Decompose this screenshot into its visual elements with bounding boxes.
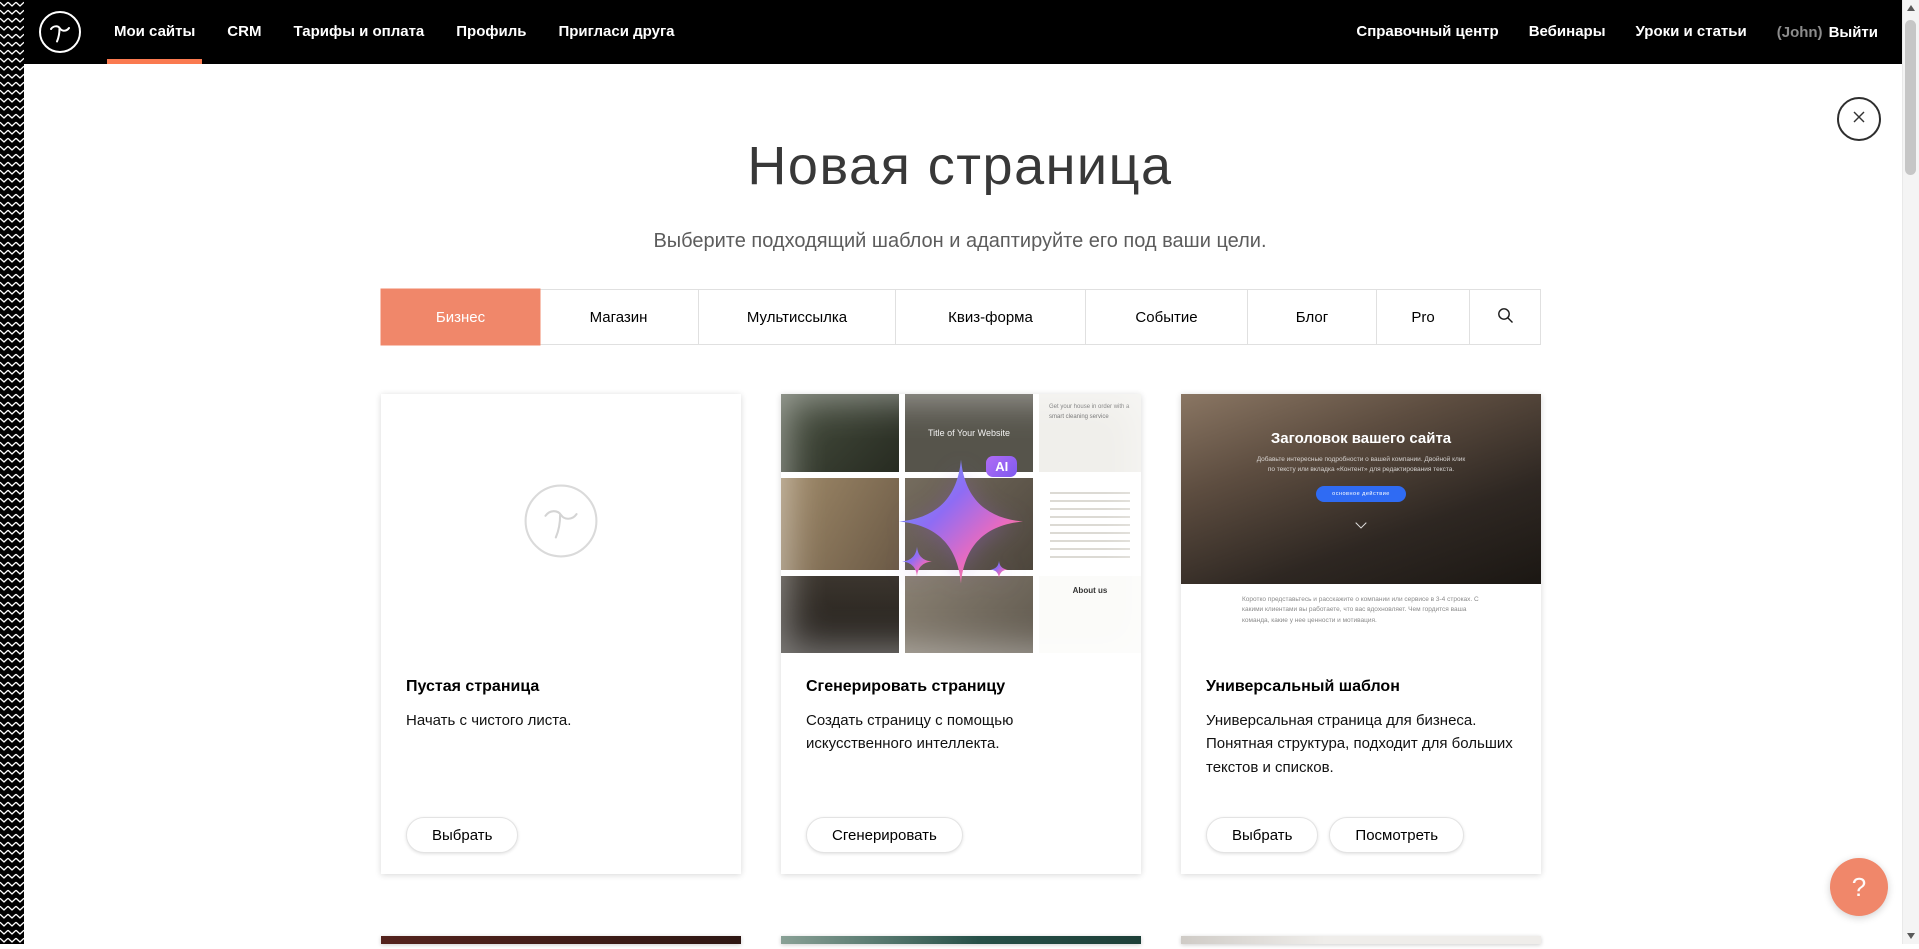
nav-item-lessons[interactable]: Уроки и статьи	[1636, 0, 1747, 64]
nav-item-profile[interactable]: Профиль	[456, 0, 526, 64]
card-description: Начать с чистого листа.	[406, 709, 716, 732]
navbar-left-items: Мои сайты CRM Тарифы и оплата Профиль Пр…	[114, 0, 675, 64]
preview-cta-button: основное действие	[1316, 486, 1406, 502]
scroll-thumb[interactable]	[1905, 20, 1916, 175]
tab-multilink[interactable]: Мультиссылка	[699, 290, 896, 344]
template-card-partial[interactable]	[781, 936, 1141, 944]
preview-heading: Заголовок вашего сайта	[1271, 430, 1451, 447]
zigzag-pattern	[0, 0, 24, 944]
scrollbar[interactable]	[1902, 0, 1919, 944]
select-blank-button[interactable]: Выбрать	[406, 817, 518, 853]
page-title: Новая страница	[380, 134, 1540, 199]
card-title: Сгенерировать страницу	[806, 678, 1116, 696]
scroll-up-icon[interactable]	[1907, 5, 1915, 11]
tab-business[interactable]: Бизнес	[382, 290, 539, 344]
nav-item-pricing[interactable]: Тарифы и оплата	[293, 0, 424, 64]
user-menu: (John) Выйти	[1777, 24, 1878, 41]
preview-body-text: Коротко представьтесь и расскажите о ком…	[1242, 595, 1480, 653]
select-template-button[interactable]: Выбрать	[1206, 817, 1318, 853]
ai-badge: AI	[986, 456, 1017, 477]
top-navbar: Мои сайты CRM Тарифы и оплата Профиль Пр…	[0, 0, 1919, 64]
preview-template-button[interactable]: Посмотреть	[1329, 817, 1464, 853]
preview-hero: Заголовок вашего сайта Добавьте интересн…	[1181, 394, 1541, 584]
preview-body: Коротко представьтесь и расскажите о ком…	[1181, 584, 1541, 653]
page-subtitle: Выберите подходящий шаблон и адаптируйте…	[380, 230, 1540, 253]
user-name: (John)	[1777, 24, 1823, 41]
blank-page-preview	[381, 394, 741, 653]
tab-quiz-form[interactable]: Квиз-форма	[896, 290, 1086, 344]
template-category-tabs: Бизнес Магазин Мультиссылка Квиз-форма С…	[381, 289, 1541, 345]
navbar-right-items: Справочный центр Вебинары Уроки и статьи…	[1356, 0, 1878, 64]
nav-item-crm[interactable]: CRM	[227, 0, 261, 64]
template-cards-row: Пустая страница Начать с чистого листа. …	[381, 394, 1541, 874]
nav-item-invite-friend[interactable]: Пригласи друга	[558, 0, 674, 64]
close-button[interactable]	[1837, 97, 1881, 141]
nav-item-help-center[interactable]: Справочный центр	[1356, 0, 1498, 64]
search-icon	[1497, 307, 1514, 328]
card-description: Универсальная страница для бизнеса. Поня…	[1206, 709, 1516, 779]
card-blank-page: Пустая страница Начать с чистого листа. …	[381, 394, 741, 874]
ai-sparkle-icon	[876, 436, 1046, 611]
help-button[interactable]: ?	[1830, 858, 1888, 916]
card-ai-generate: Title of Your Website Get your house in …	[781, 394, 1141, 874]
logout-link[interactable]: Выйти	[1829, 24, 1878, 41]
ai-preview: Title of Your Website Get your house in …	[781, 394, 1141, 653]
tab-search[interactable]	[1470, 290, 1540, 344]
collage-tile: About us	[1039, 576, 1141, 653]
scroll-down-icon[interactable]	[1907, 933, 1915, 939]
card-title: Пустая страница	[406, 678, 716, 696]
close-icon	[1851, 109, 1867, 130]
collage-tile	[1039, 478, 1141, 570]
generate-button[interactable]: Сгенерировать	[806, 817, 963, 853]
card-universal-template: Заголовок вашего сайта Добавьте интересн…	[1181, 394, 1541, 874]
template-cards-row-partial	[381, 936, 1541, 944]
tab-event[interactable]: Событие	[1086, 290, 1248, 344]
template-preview: Заголовок вашего сайта Добавьте интересн…	[1181, 394, 1541, 653]
nav-item-webinars[interactable]: Вебинары	[1529, 0, 1606, 64]
card-description: Создать страницу с помощью искусственног…	[806, 709, 1116, 756]
tilda-logo[interactable]	[38, 10, 82, 54]
question-icon: ?	[1852, 872, 1866, 903]
tilda-watermark-icon	[523, 483, 599, 564]
card-title: Универсальный шаблон	[1206, 678, 1516, 696]
collage-tile: Get your house in order with a smart cle…	[1039, 394, 1141, 472]
nav-item-my-sites[interactable]: Мои сайты	[114, 0, 195, 64]
tab-blog[interactable]: Блог	[1248, 290, 1377, 344]
preview-subtext: Добавьте интересные подробности о вашей …	[1254, 455, 1468, 475]
template-card-partial[interactable]	[381, 936, 741, 944]
template-card-partial[interactable]	[1181, 936, 1541, 944]
chevron-down-icon	[1355, 517, 1366, 528]
tab-pro[interactable]: Pro	[1377, 290, 1470, 344]
tab-store[interactable]: Магазин	[539, 290, 699, 344]
